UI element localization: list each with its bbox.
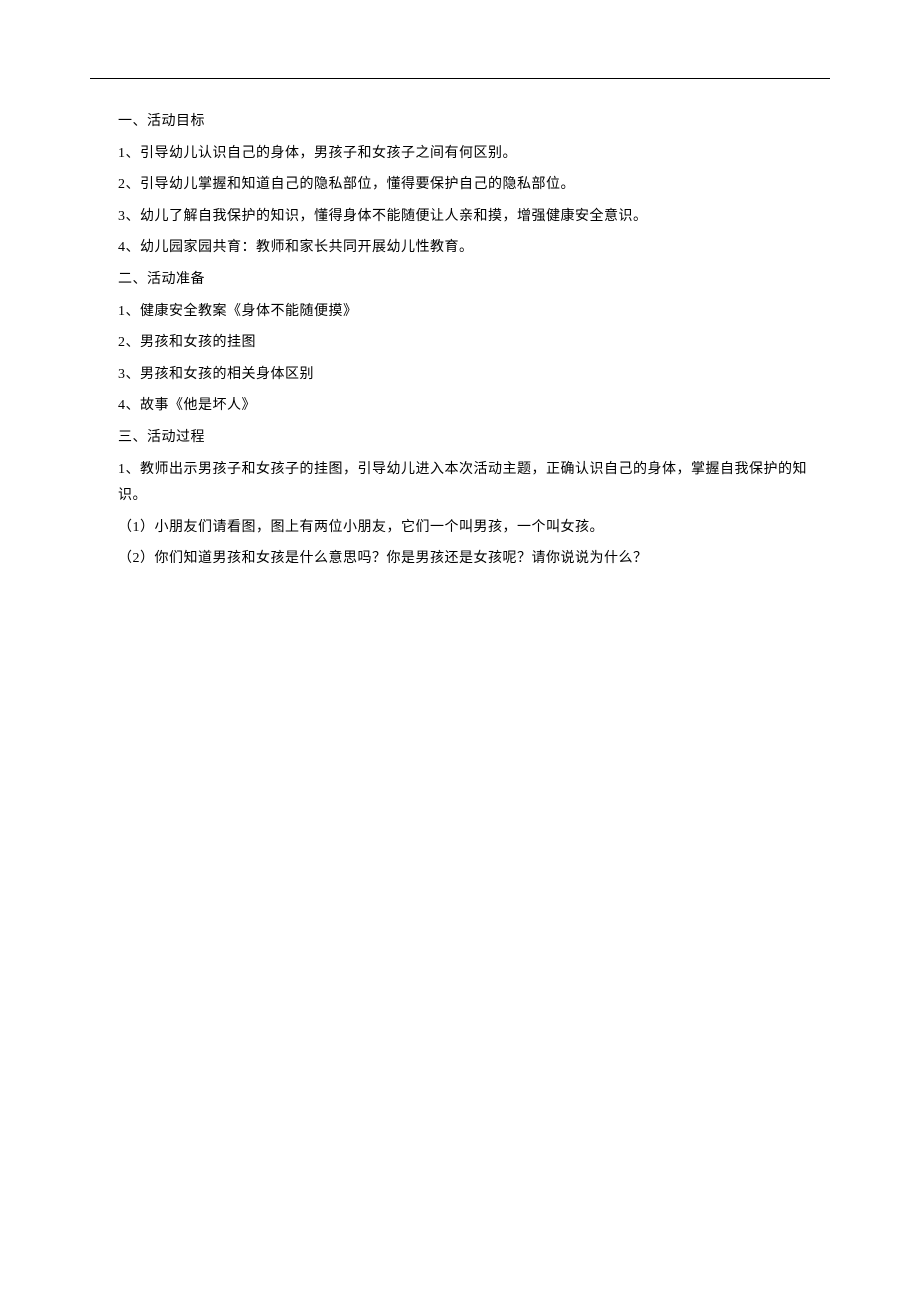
section-heading: 三、活动过程: [118, 425, 830, 452]
section-heading: 一、活动目标: [118, 109, 830, 136]
list-item: 4、幼儿园家园共育：教师和家长共同开展幼儿性教育。: [118, 235, 830, 262]
section-heading: 二、活动准备: [118, 267, 830, 294]
list-item: 4、故事《他是坏人》: [118, 393, 830, 420]
list-item: 1、引导幼儿认识自己的身体，男孩子和女孩子之间有何区别。: [118, 141, 830, 168]
sub-list-item: （1）小朋友们请看图，图上有两位小朋友，它们一个叫男孩，一个叫女孩。: [118, 515, 830, 542]
sub-list-item: （2）你们知道男孩和女孩是什么意思吗？你是男孩还是女孩呢？请你说说为什么？: [118, 546, 830, 573]
list-item: 2、引导幼儿掌握和知道自己的隐私部位，懂得要保护自己的隐私部位。: [118, 172, 830, 199]
list-item: 1、教师出示男孩子和女孩子的挂图，引导幼儿进入本次活动主题，正确认识自己的身体，…: [118, 457, 830, 510]
list-item: 2、男孩和女孩的挂图: [118, 330, 830, 357]
list-item: 1、健康安全教案《身体不能随便摸》: [118, 299, 830, 326]
document-content: 一、活动目标 1、引导幼儿认识自己的身体，男孩子和女孩子之间有何区别。 2、引导…: [90, 109, 830, 573]
list-item: 3、幼儿了解自我保护的知识，懂得身体不能随便让人亲和摸，增强健康安全意识。: [118, 204, 830, 231]
horizontal-divider: [90, 78, 830, 79]
list-item: 3、男孩和女孩的相关身体区别: [118, 362, 830, 389]
document-page: 一、活动目标 1、引导幼儿认识自己的身体，男孩子和女孩子之间有何区别。 2、引导…: [0, 0, 920, 573]
